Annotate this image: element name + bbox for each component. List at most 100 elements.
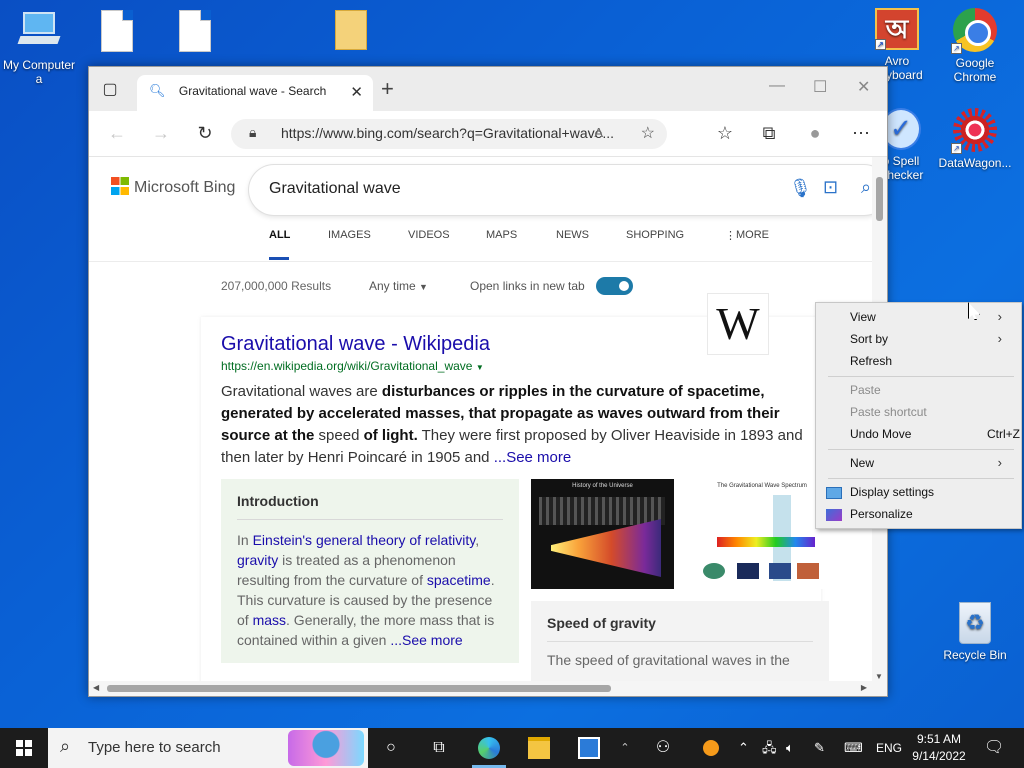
search-highlight-image bbox=[288, 730, 364, 766]
desktop-icon-recycle-bin[interactable]: ♻ Recycle Bin bbox=[936, 602, 1014, 662]
open-links-label: Open links in new tab bbox=[470, 279, 585, 293]
search-input[interactable]: Gravitational wave 🎙︎ ⊡ ⌕ bbox=[249, 165, 874, 215]
clock[interactable]: 9:51 AM 9/14/2022 bbox=[904, 731, 974, 765]
gravitational-wave-spectrum-image[interactable]: The Gravitational Wave Spectrum bbox=[697, 479, 827, 589]
menu-item-undo-move[interactable]: Undo Move Ctrl+Z bbox=[850, 424, 1020, 444]
taskbar-overflow-icon[interactable]: ⌃ bbox=[614, 737, 636, 759]
wikipedia-logo[interactable]: W bbox=[707, 293, 769, 355]
mass-link[interactable]: mass bbox=[253, 612, 286, 628]
volume-icon[interactable]: 🔈︎ bbox=[786, 728, 794, 768]
speed-heading: Speed of gravity bbox=[547, 615, 813, 642]
clock-time: 9:51 AM bbox=[916, 732, 962, 746]
desktop-icon-google-chrome[interactable]: ↗ Google Chrome bbox=[936, 8, 1014, 84]
scroll-thumb[interactable] bbox=[876, 177, 883, 221]
minimize-button[interactable]: — bbox=[769, 77, 785, 95]
tab-all[interactable]: ALL bbox=[269, 229, 290, 241]
tab-images[interactable]: IMAGES bbox=[328, 229, 371, 241]
spacetime-link[interactable]: spacetime bbox=[427, 572, 491, 588]
menu-item-view[interactable]: View › bbox=[850, 307, 1010, 327]
favorites-icon[interactable]: ☆ bbox=[713, 123, 737, 144]
menu-item-personalize[interactable]: Personalize bbox=[850, 504, 1010, 524]
scroll-left-icon[interactable]: ◀ bbox=[93, 683, 99, 692]
visual-search-icon[interactable]: ⊡ bbox=[823, 177, 838, 198]
desktop-icon-label: DataWagon... bbox=[938, 156, 1012, 170]
desktop-icon-my-computer[interactable]: My Computer a bbox=[0, 10, 78, 86]
menu-item-new[interactable]: New › bbox=[850, 453, 1010, 473]
result-url[interactable]: https://en.wikipedia.org/wiki/Gravitatio… bbox=[221, 359, 484, 373]
intro-see-more-link[interactable]: ...See more bbox=[390, 632, 462, 648]
browser-tab[interactable]: 🔍︎ Gravitational wave - Search ✕ bbox=[137, 75, 373, 111]
edge-browser-window: ▢ 🔍︎ Gravitational wave - Search ✕ + — ☐… bbox=[88, 66, 888, 697]
show-hidden-icons[interactable]: ⌃ bbox=[738, 728, 749, 768]
task-view-icon[interactable]: ⧉ bbox=[428, 737, 450, 759]
new-tab-button[interactable]: + bbox=[381, 76, 394, 102]
tab-more[interactable]: ⋮ MORE bbox=[725, 229, 769, 242]
image-caption: The Gravitational Wave Spectrum bbox=[717, 483, 807, 489]
pen-icon[interactable]: ✎ bbox=[814, 728, 825, 768]
cortana-icon[interactable]: ○ bbox=[380, 737, 402, 759]
start-button[interactable] bbox=[0, 728, 48, 768]
close-tab-icon[interactable]: ✕ bbox=[350, 83, 363, 101]
edge-taskbar-icon[interactable] bbox=[478, 737, 500, 759]
desktop-icon-file-1[interactable] bbox=[78, 10, 156, 56]
horizontal-scrollbar[interactable]: ◀ ▶ bbox=[89, 681, 887, 696]
nav-divider bbox=[89, 261, 874, 262]
taskbar: ⌕ Type here to search ○ ⧉ ⌃ ⚇ ⌃ 🖧︎ 🔈︎ ✎ … bbox=[0, 728, 1024, 768]
result-title-link[interactable]: Gravitational wave - Wikipedia bbox=[221, 333, 490, 356]
taskbar-search-placeholder: Type here to search bbox=[88, 739, 221, 756]
profile-avatar[interactable]: ● bbox=[803, 123, 827, 144]
tab-videos[interactable]: VIDEOS bbox=[408, 229, 450, 241]
tab-shopping[interactable]: SHOPPING bbox=[626, 229, 684, 241]
notification-icon[interactable]: 🗨︎ bbox=[984, 728, 1004, 768]
menu-item-refresh[interactable]: Refresh bbox=[850, 351, 1010, 371]
back-button[interactable]: ← bbox=[105, 123, 129, 144]
forward-button[interactable]: → bbox=[149, 123, 173, 144]
scroll-down-icon[interactable]: ▼ bbox=[875, 672, 883, 681]
address-bar[interactable]: 🔒︎ https://www.bing.com/search?q=Gravita… bbox=[231, 119, 667, 149]
menu-separator bbox=[828, 478, 1014, 479]
add-favorite-icon[interactable]: ☆ bbox=[641, 123, 655, 143]
desktop-icon-label: My Computer a bbox=[2, 58, 76, 86]
tab-actions-icon[interactable]: ▢ bbox=[99, 79, 121, 99]
tab-title: Gravitational wave - Search bbox=[178, 84, 327, 98]
menu-item-display-settings[interactable]: Display settings bbox=[850, 482, 1010, 502]
chevron-right-icon: › bbox=[997, 455, 1002, 470]
bing-logo[interactable]: Microsoft Bing bbox=[111, 177, 235, 197]
taskbar-search-box[interactable]: ⌕ Type here to search bbox=[48, 728, 368, 768]
desktop-icon-folder[interactable] bbox=[312, 10, 390, 54]
settings-more-icon[interactable]: ⋯ bbox=[849, 123, 873, 144]
search-icon[interactable]: ⌕ bbox=[861, 177, 871, 198]
relativity-link[interactable]: Einstein's general theory of relativity bbox=[253, 532, 476, 548]
scroll-thumb[interactable] bbox=[107, 685, 611, 692]
open-links-toggle[interactable] bbox=[596, 277, 633, 295]
document-icon bbox=[179, 10, 211, 52]
tab-maps[interactable]: MAPS bbox=[486, 229, 517, 241]
maximize-button[interactable]: ☐ bbox=[813, 77, 827, 97]
read-aloud-icon[interactable]: A bbox=[594, 125, 603, 140]
time-filter-dropdown[interactable]: Any time ▼ bbox=[369, 279, 428, 293]
file-explorer-icon[interactable] bbox=[528, 737, 550, 759]
microphone-icon[interactable]: 🎙︎ bbox=[789, 178, 812, 199]
tab-more-label: MORE bbox=[736, 229, 769, 241]
collections-icon[interactable]: ⧉ bbox=[757, 123, 781, 144]
close-window-button[interactable]: ✕ bbox=[857, 77, 870, 97]
gravity-link[interactable]: gravity bbox=[237, 552, 278, 568]
history-of-universe-image[interactable]: History of the Universe bbox=[531, 479, 674, 589]
refresh-button[interactable]: ↻ bbox=[193, 123, 217, 144]
chevron-right-icon: › bbox=[997, 309, 1002, 324]
shortcut-arrow-icon: ↗ bbox=[875, 39, 886, 50]
tab-news[interactable]: NEWS bbox=[556, 229, 589, 241]
chrome-icon: ↗ bbox=[951, 8, 997, 54]
datawagon-icon: ↗ bbox=[951, 108, 997, 154]
people-icon[interactable]: ⚇ bbox=[652, 737, 674, 759]
menu-item-sort-by[interactable]: Sort by › bbox=[850, 329, 1010, 349]
keyboard-icon[interactable]: ⌨ bbox=[844, 728, 863, 768]
scroll-right-icon[interactable]: ▶ bbox=[861, 683, 867, 692]
language-indicator[interactable]: ENG bbox=[876, 728, 902, 768]
network-icon[interactable]: 🖧︎ bbox=[762, 728, 777, 768]
store-icon[interactable] bbox=[578, 737, 600, 759]
app-tray-icon[interactable] bbox=[700, 737, 722, 759]
desktop-icon-file-2[interactable] bbox=[156, 10, 234, 56]
see-more-link[interactable]: ...See more bbox=[494, 449, 572, 466]
desktop-icon-datawagon[interactable]: ↗ DataWagon... bbox=[936, 108, 1014, 170]
